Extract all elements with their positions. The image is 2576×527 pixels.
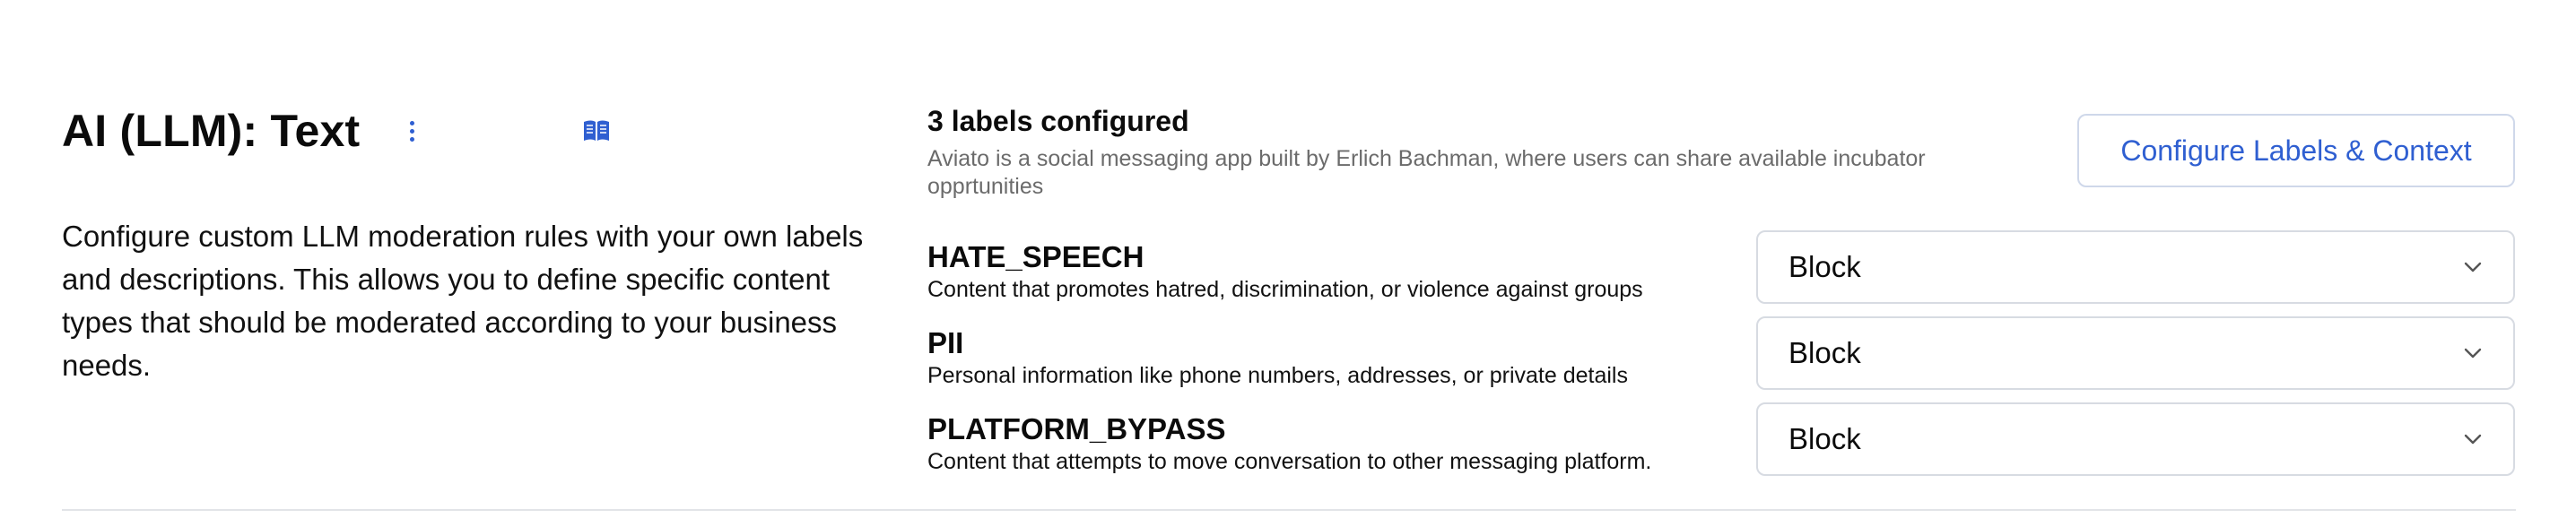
section-divider: [62, 509, 2516, 511]
label-row-pii: PII Personal information like phone numb…: [927, 316, 2515, 402]
labels-list: HATE_SPEECH Content that promotes hatred…: [927, 230, 2515, 488]
book-open-icon[interactable]: [579, 113, 614, 149]
label-row-hate-speech: HATE_SPEECH Content that promotes hatred…: [927, 230, 2515, 316]
section-title: AI (LLM): Text: [62, 106, 361, 156]
section-intro: AI (LLM): Text Configure custom LLM mode…: [62, 100, 869, 387]
action-select-value: Block: [1788, 250, 1861, 283]
labels-panel: 3 labels configured Aviato is a social m…: [927, 100, 2515, 476]
action-select-hate-speech[interactable]: Block: [1756, 230, 2515, 304]
chevron-down-icon: [2463, 347, 2483, 359]
book-open-icon-graphic: [584, 120, 610, 141]
action-select-value: Block: [1788, 422, 1861, 455]
action-select-pii[interactable]: Block: [1756, 316, 2515, 390]
action-select-value: Block: [1788, 336, 1861, 369]
section-description: Configure custom LLM moderation rules wi…: [62, 220, 864, 382]
kebab-menu-icon[interactable]: [405, 113, 419, 149]
chevron-down-icon: [2463, 433, 2483, 445]
section-header: AI (LLM): Text: [62, 100, 869, 161]
label-row-platform-bypass: PLATFORM_BYPASS Content that attempts to…: [927, 402, 2515, 488]
chevron-down-icon: [2463, 261, 2483, 273]
moderation-settings-page: AI (LLM): Text Configure custom LLM mode…: [0, 0, 2576, 527]
configure-labels-button[interactable]: Configure Labels & Context: [2077, 114, 2515, 187]
action-select-platform-bypass[interactable]: Block: [1756, 402, 2515, 476]
context-description: Aviato is a social messaging app built b…: [927, 146, 1926, 199]
